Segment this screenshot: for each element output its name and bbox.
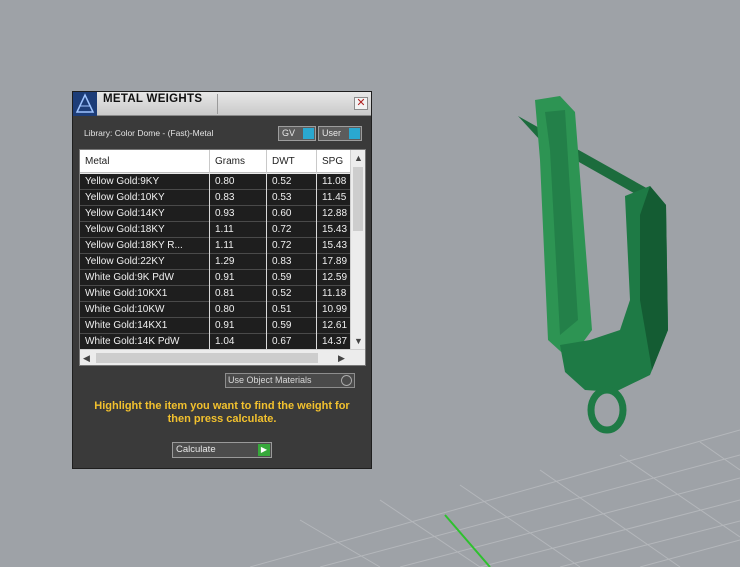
user-label: User (322, 128, 342, 138)
grams-cell: 0.83 (210, 190, 267, 206)
spg-cell: 15.43 (317, 222, 350, 238)
spg-cell: 17.89 (317, 254, 350, 270)
vertical-scroll-thumb[interactable] (353, 167, 363, 231)
table-row[interactable]: White Gold:10KW 0.80 0.51 10.99 (80, 302, 350, 318)
dwt-cell: 0.59 (267, 270, 317, 286)
grams-cell: 1.04 (210, 334, 267, 349)
metal-cell: Yellow Gold:10KY (80, 190, 210, 206)
spg-cell: 10.99 (317, 302, 350, 318)
metal-cell: Yellow Gold:9KY (80, 174, 210, 190)
grams-cell: 1.29 (210, 254, 267, 270)
use-object-materials-option[interactable]: Use Object Materials (225, 373, 355, 388)
instruction-text: Highlight the item you want to find the … (94, 400, 350, 425)
table-row[interactable]: Yellow Gold:22KY 1.29 0.83 17.89 (80, 254, 350, 270)
metal-table: Metal Grams DWT SPG Yellow Gold:9KY 0.80 0… (79, 149, 366, 366)
dwt-cell: 0.51 (267, 302, 317, 318)
table-row[interactable]: Yellow Gold:18KY R... 1.11 0.72 15.43 (80, 238, 350, 254)
grams-cell: 0.81 (210, 286, 267, 302)
grams-cell: 0.93 (210, 206, 267, 222)
horizontal-scroll-thumb[interactable] (96, 353, 318, 363)
metal-cell: Yellow Gold:14KY (80, 206, 210, 222)
title-divider (217, 94, 218, 114)
metal-cell: White Gold:10KX1 (80, 286, 210, 302)
scroll-left-icon[interactable]: ◀ (83, 353, 90, 363)
table-row[interactable]: White Gold:14K PdW 1.04 0.67 14.37 (80, 334, 350, 349)
table-row[interactable]: Yellow Gold:18KY 1.11 0.72 15.43 (80, 222, 350, 238)
grams-cell: 1.11 (210, 238, 267, 254)
metal-cell: White Gold:9K PdW (80, 270, 210, 286)
metal-weights-panel: METAL WEIGHTS ✕ Library: Color Dome - (F… (72, 91, 372, 469)
spg-cell: 12.88 (317, 206, 350, 222)
gv-label: GV (282, 128, 296, 138)
table-row[interactable]: White Gold:14KX1 0.91 0.59 12.61 (80, 318, 350, 334)
dwt-cell: 0.52 (267, 174, 317, 190)
spg-cell: 14.37 (317, 334, 350, 349)
user-toggle[interactable]: User (318, 126, 362, 141)
panel-title: METAL WEIGHTS (103, 93, 203, 105)
use-object-materials-label: Use Object Materials (228, 375, 312, 385)
calculate-button[interactable]: Calculate ▶ (172, 442, 272, 458)
spg-cell: 11.45 (317, 190, 350, 206)
dwt-cell: 0.72 (267, 222, 317, 238)
table-body: Yellow Gold:9KY 0.80 0.52 11.08 Yellow Gold:… (80, 174, 350, 349)
metal-cell: White Gold:10KW (80, 302, 210, 318)
dwt-cell: 0.52 (267, 286, 317, 302)
scroll-right-icon[interactable]: ▶ (338, 353, 345, 363)
gv-toggle[interactable]: GV (278, 126, 316, 141)
dwt-cell: 0.83 (267, 254, 317, 270)
spg-cell: 11.18 (317, 286, 350, 302)
dwt-cell: 0.59 (267, 318, 317, 334)
horizontal-scrollbar[interactable]: ◀ ▶ (80, 349, 365, 365)
calculate-label: Calculate (176, 444, 216, 455)
toggle-knob-icon (303, 128, 314, 139)
metal-cell: White Gold:14K PdW (80, 334, 210, 349)
column-header-metal[interactable]: Metal (80, 150, 210, 173)
dwt-cell: 0.53 (267, 190, 317, 206)
vertical-scrollbar[interactable]: ▲ ▼ (350, 150, 365, 349)
table-row[interactable]: Yellow Gold:9KY 0.80 0.52 11.08 (80, 174, 350, 190)
column-header-grams[interactable]: Grams (210, 150, 267, 173)
spg-cell: 15.43 (317, 238, 350, 254)
close-button[interactable]: ✕ (354, 97, 368, 110)
grams-cell: 0.91 (210, 270, 267, 286)
spg-cell: 11.08 (317, 174, 350, 190)
column-header-dwt[interactable]: DWT (267, 150, 317, 173)
table-row[interactable]: White Gold:9K PdW 0.91 0.59 12.59 (80, 270, 350, 286)
metal-cell: Yellow Gold:22KY (80, 254, 210, 270)
toggle-knob-icon (349, 128, 360, 139)
dwt-cell: 0.60 (267, 206, 317, 222)
panel-titlebar[interactable]: METAL WEIGHTS ✕ (73, 92, 371, 116)
dwt-cell: 0.72 (267, 238, 317, 254)
table-row[interactable]: Yellow Gold:10KY 0.83 0.53 11.45 (80, 190, 350, 206)
grams-cell: 1.11 (210, 222, 267, 238)
app-logo-icon (73, 92, 97, 116)
radio-icon[interactable] (341, 375, 352, 386)
dwt-cell: 0.67 (267, 334, 317, 349)
scroll-down-icon[interactable]: ▼ (354, 336, 363, 346)
metal-cell: Yellow Gold:18KY R... (80, 238, 210, 254)
table-row[interactable]: White Gold:10KX1 0.81 0.52 11.18 (80, 286, 350, 302)
spg-cell: 12.59 (317, 270, 350, 286)
metal-cell: Yellow Gold:18KY (80, 222, 210, 238)
metal-cell: White Gold:14KX1 (80, 318, 210, 334)
library-label: Library: Color Dome - (Fast)-Metal (84, 128, 214, 138)
table-row[interactable]: Yellow Gold:14KY 0.93 0.60 12.88 (80, 206, 350, 222)
table-header: Metal Grams DWT SPG (80, 150, 357, 173)
grams-cell: 0.91 (210, 318, 267, 334)
spg-cell: 12.61 (317, 318, 350, 334)
grams-cell: 0.80 (210, 174, 267, 190)
play-arrow-icon: ▶ (258, 444, 270, 456)
grams-cell: 0.80 (210, 302, 267, 318)
scroll-up-icon[interactable]: ▲ (354, 153, 363, 163)
